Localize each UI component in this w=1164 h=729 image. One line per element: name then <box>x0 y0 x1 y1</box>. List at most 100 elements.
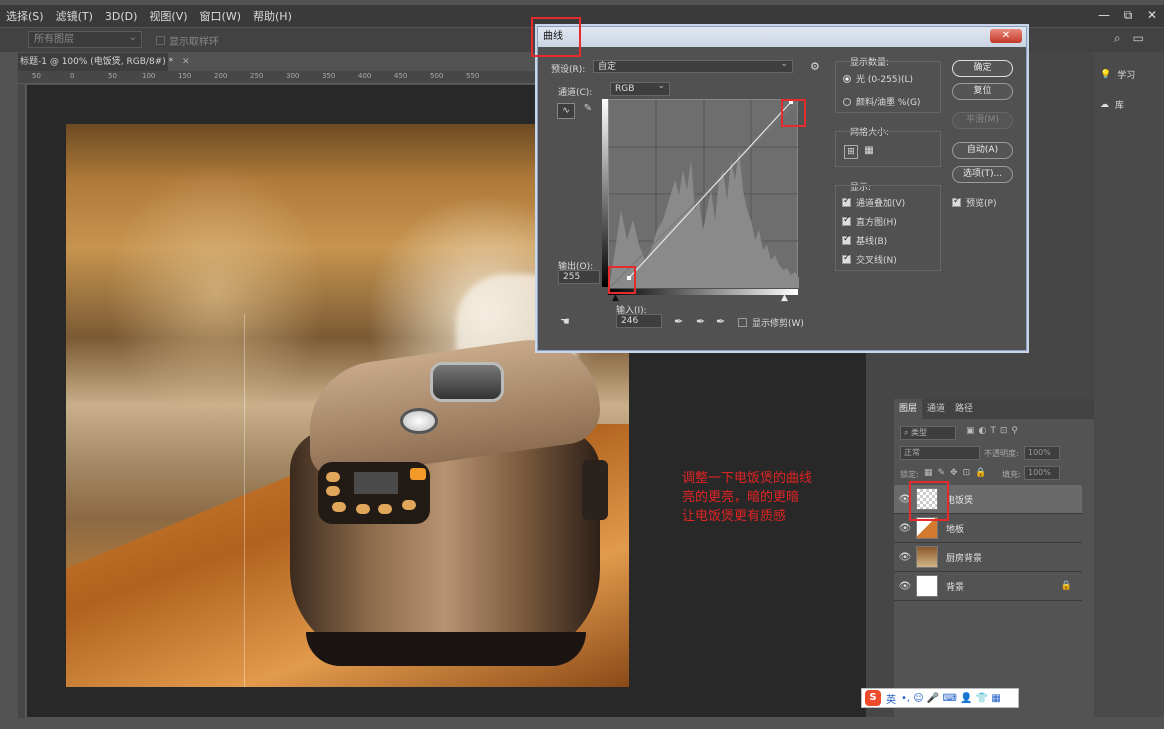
menu-select[interactable]: 选择(S) <box>0 8 50 24</box>
ruler-mark: 200 <box>214 72 228 80</box>
cooker-display <box>354 472 398 494</box>
tab-channels[interactable]: 通道 <box>922 399 950 419</box>
tab-paths[interactable]: 路径 <box>950 399 978 419</box>
layer-filter-label: 类型 <box>911 428 928 437</box>
ime-toolbar: S 英 •, ☺ 🎤 ⌨ 👤 👕 ▦ <box>861 688 1019 708</box>
ruler-mark: 500 <box>430 72 444 80</box>
library-panel-button[interactable]: ☁ 库 <box>1100 98 1125 112</box>
intersection-line-checkbox[interactable]: 交叉线(N) <box>842 253 897 266</box>
dialog-close-button[interactable]: ✕ <box>990 29 1022 43</box>
simple-grid-icon[interactable]: ⊞ <box>844 145 858 159</box>
baseline-checkbox[interactable]: 基线(B) <box>842 234 887 247</box>
layer-filter-icons[interactable]: ▣◐T⊡⚲ <box>966 426 1022 436</box>
preset-select[interactable]: 自定 <box>593 58 793 73</box>
curves-dialog: 曲线 ✕ 预设(R): 自定 ⚙ 通道(C): RGB ∿ ✎ <box>537 26 1027 351</box>
workspace-icon[interactable]: ▭ <box>1133 31 1144 46</box>
show-clipping-checkbox[interactable]: 显示修剪(W) <box>738 316 804 329</box>
histogram-checkbox[interactable]: 直方图(H) <box>842 215 897 228</box>
search-icon[interactable]: ⌕ <box>1114 31 1121 46</box>
ruler-mark: 150 <box>178 72 192 80</box>
gray-eyedropper-icon[interactable]: ✒ <box>696 315 705 328</box>
menu-3d[interactable]: 3D(D) <box>99 10 144 23</box>
histogram-label: 直方图(H) <box>856 218 897 228</box>
menu-view[interactable]: 视图(V) <box>143 8 193 24</box>
close-tab-icon[interactable]: ✕ <box>182 57 190 67</box>
cooker-key <box>356 504 370 514</box>
menu-bar: 选择(S) 滤镜(T) 3D(D) 视图(V) 窗口(W) 帮助(H) — ⧉ … <box>0 5 1164 27</box>
close-window-button[interactable]: ✕ <box>1140 5 1164 27</box>
window-controls: — ⧉ ✕ <box>1092 5 1164 27</box>
ime-mode-toggle[interactable]: 英 <box>886 691 896 706</box>
eye-icon[interactable]: 👁 <box>894 581 916 592</box>
ruler-mark: 50 <box>32 72 41 80</box>
black-eyedropper-icon[interactable]: ✒ <box>674 315 683 328</box>
preview-checkbox[interactable]: 预览(P) <box>952 196 996 209</box>
layer-row-background[interactable]: 👁 背景 🔒 <box>894 572 1082 601</box>
input-field[interactable]: 246 <box>616 314 662 328</box>
smooth-button[interactable]: 平滑(M) <box>952 112 1013 129</box>
show-sampling-ring-checkbox[interactable]: 显示取样环 <box>156 33 219 48</box>
auto-button[interactable]: 自动(A) <box>952 142 1013 159</box>
on-image-adjust-hand-icon[interactable]: ☚ <box>560 315 570 328</box>
opacity-label: 不透明度: <box>984 449 1019 458</box>
learn-panel-button[interactable]: 💡 学习 <box>1100 68 1136 82</box>
white-point-slider-icon[interactable]: ▲ <box>781 293 788 303</box>
light-radio[interactable]: 光 (0-255)(L) <box>843 72 913 85</box>
cooker-base <box>306 632 586 666</box>
library-label: 库 <box>1115 101 1125 111</box>
layer-row-kitchen-bg[interactable]: 👁 厨房背景 <box>894 543 1082 572</box>
channel-select[interactable]: RGB <box>610 80 670 96</box>
input-gradient-bar <box>608 289 798 295</box>
curve-point-tool-icon[interactable]: ∿ <box>557 103 575 119</box>
highlight-box-dialog-title <box>531 17 581 57</box>
channel-overlay-checkbox[interactable]: 通道叠加(V) <box>842 196 905 209</box>
black-point-slider-icon[interactable]: ▲ <box>612 293 619 303</box>
minimize-button[interactable]: — <box>1092 5 1116 27</box>
menu-help[interactable]: 帮助(H) <box>247 8 298 24</box>
menu-window[interactable]: 窗口(W) <box>194 8 247 24</box>
ime-tool-icons[interactable]: •, ☺ 🎤 ⌨ 👤 👕 ▦ <box>901 693 1001 704</box>
document-tab-title: 标题-1 @ 100% (电饭煲, RGB/8#) * <box>20 57 174 67</box>
ruler-mark: 50 <box>108 72 117 80</box>
sogou-logo-icon[interactable]: S <box>865 690 881 706</box>
learn-label: 学习 <box>1117 71 1136 81</box>
cooker-control-panel <box>318 462 430 524</box>
layers-panel: 图层 通道 路径 ⌕ 类型 ▣◐T⊡⚲ 正常 不透明度: 100% 锁定: ▦✎… <box>894 399 1094 717</box>
vertical-ruler <box>18 84 26 718</box>
options-right-tools: ⌕ ▭ <box>1114 31 1144 46</box>
ruler-mark: 450 <box>394 72 408 80</box>
pencil-icon[interactable]: ✎ <box>580 103 596 119</box>
lock-icons[interactable]: ▦✎✥⊡🔒 <box>924 468 991 478</box>
eye-icon[interactable]: 👁 <box>894 552 916 563</box>
pigment-radio[interactable]: 颜料/油墨 %(G) <box>843 95 920 108</box>
blend-mode-select[interactable]: 正常 <box>900 446 980 460</box>
dialog-title-bar[interactable]: 曲线 ✕ <box>538 27 1026 47</box>
checkbox-box <box>842 215 851 226</box>
restore-button[interactable]: ⧉ <box>1116 5 1140 27</box>
layer-filter-select[interactable]: ⌕ 类型 <box>900 426 956 440</box>
tab-layers[interactable]: 图层 <box>894 399 923 419</box>
curve-graph[interactable] <box>608 99 800 289</box>
ruler-mark: 0 <box>70 72 75 80</box>
white-eyedropper-icon[interactable]: ✒ <box>716 315 725 328</box>
photoshop-window: 选择(S) 滤镜(T) 3D(D) 视图(V) 窗口(W) 帮助(H) — ⧉ … <box>0 0 1164 729</box>
checkbox-box <box>952 196 961 207</box>
reset-button[interactable]: 复位 <box>952 83 1013 100</box>
sample-layers-select[interactable]: 所有图层 <box>28 30 142 48</box>
layer-name: 电饭煲 <box>946 495 974 506</box>
cooker-start-key <box>410 468 426 480</box>
checkbox-box <box>842 253 851 264</box>
lightbulb-icon: 💡 <box>1100 69 1112 80</box>
radio-dot <box>843 74 851 83</box>
opacity-field[interactable]: 100% <box>1024 446 1060 460</box>
ruler-mark: 300 <box>286 72 300 80</box>
preset-settings-gear-icon[interactable]: ⚙ <box>810 60 820 73</box>
eye-icon[interactable]: 👁 <box>894 523 916 534</box>
options-button[interactable]: 选项(T)... <box>952 166 1013 183</box>
menu-filter[interactable]: 滤镜(T) <box>50 8 99 24</box>
detailed-grid-icon[interactable]: ▦ <box>862 145 876 159</box>
output-field[interactable]: 255 <box>558 270 600 284</box>
ok-button[interactable]: 确定 <box>952 60 1013 77</box>
document-tab[interactable]: 标题-1 @ 100% (电饭煲, RGB/8#) * ✕ <box>18 53 190 71</box>
fill-field[interactable]: 100% <box>1024 466 1060 480</box>
